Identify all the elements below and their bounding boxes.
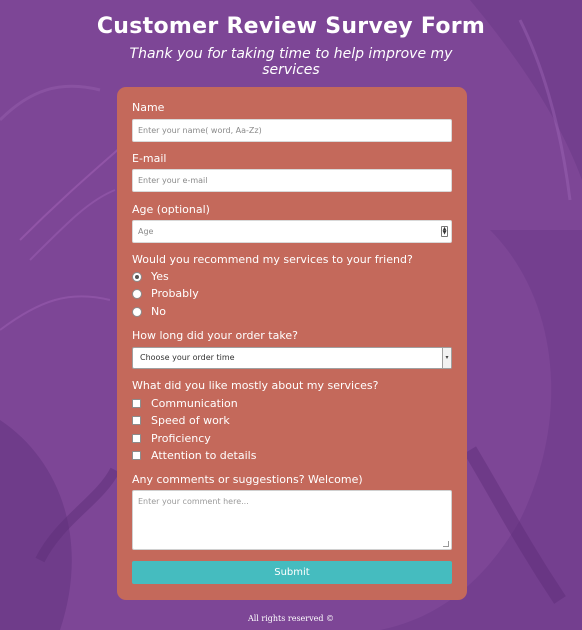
comments-label: Any comments or suggestions? Welcome): [132, 473, 363, 486]
checkbox-icon[interactable]: [132, 434, 141, 443]
age-label: Age (optional): [132, 203, 210, 216]
chevron-down-icon[interactable]: ▾: [442, 348, 451, 368]
checkbox-icon[interactable]: [132, 399, 141, 408]
radio-selected-icon[interactable]: [132, 272, 142, 282]
resize-handle-icon[interactable]: [443, 541, 449, 547]
order-time-question: How long did your order take?: [132, 329, 298, 342]
recommend-question: Would you recommend my services to your …: [132, 253, 413, 266]
recommend-option-label: Yes: [151, 270, 169, 283]
name-input[interactable]: Enter your name( word, Aa-Zz): [132, 119, 452, 142]
order-time-select[interactable]: Choose your order time ▾: [132, 347, 452, 369]
recommend-option-label: No: [151, 305, 166, 318]
age-spinner-icon[interactable]: ▲ ▼: [441, 226, 448, 237]
liked-option-label: Speed of work: [151, 414, 230, 427]
radio-icon[interactable]: [132, 307, 142, 317]
page: Customer Review Survey Form Thank you fo…: [0, 0, 582, 630]
order-time-selected: Choose your order time: [140, 353, 235, 362]
age-placeholder: Age: [138, 227, 154, 236]
page-title: Customer Review Survey Form: [96, 14, 486, 39]
email-input[interactable]: Enter your e-mail: [132, 169, 452, 192]
page-subtitle: Thank you for taking time to help improv…: [129, 46, 453, 78]
comments-placeholder: Enter your comment here...: [138, 497, 249, 506]
footer-copyright: All rights reserved ©: [247, 614, 335, 623]
name-label: Name: [132, 101, 165, 114]
survey-form: Name Enter your name( word, Aa-Zz) E-mai…: [117, 87, 467, 600]
checkbox-icon[interactable]: [132, 451, 141, 460]
recommend-option-label: Probably: [151, 287, 199, 300]
liked-question: What did you like mostly about my servic…: [132, 379, 379, 392]
radio-icon[interactable]: [132, 289, 142, 299]
checkbox-icon[interactable]: [132, 416, 141, 425]
email-label: E-mail: [132, 152, 167, 165]
liked-option-label: Communication: [151, 397, 238, 410]
age-input[interactable]: Age ▲ ▼: [132, 220, 452, 243]
liked-option-label: Attention to details: [151, 449, 257, 462]
liked-option-label: Proficiency: [151, 432, 211, 445]
comments-textarea[interactable]: Enter your comment here...: [132, 490, 452, 550]
submit-button[interactable]: Submit: [132, 561, 452, 584]
